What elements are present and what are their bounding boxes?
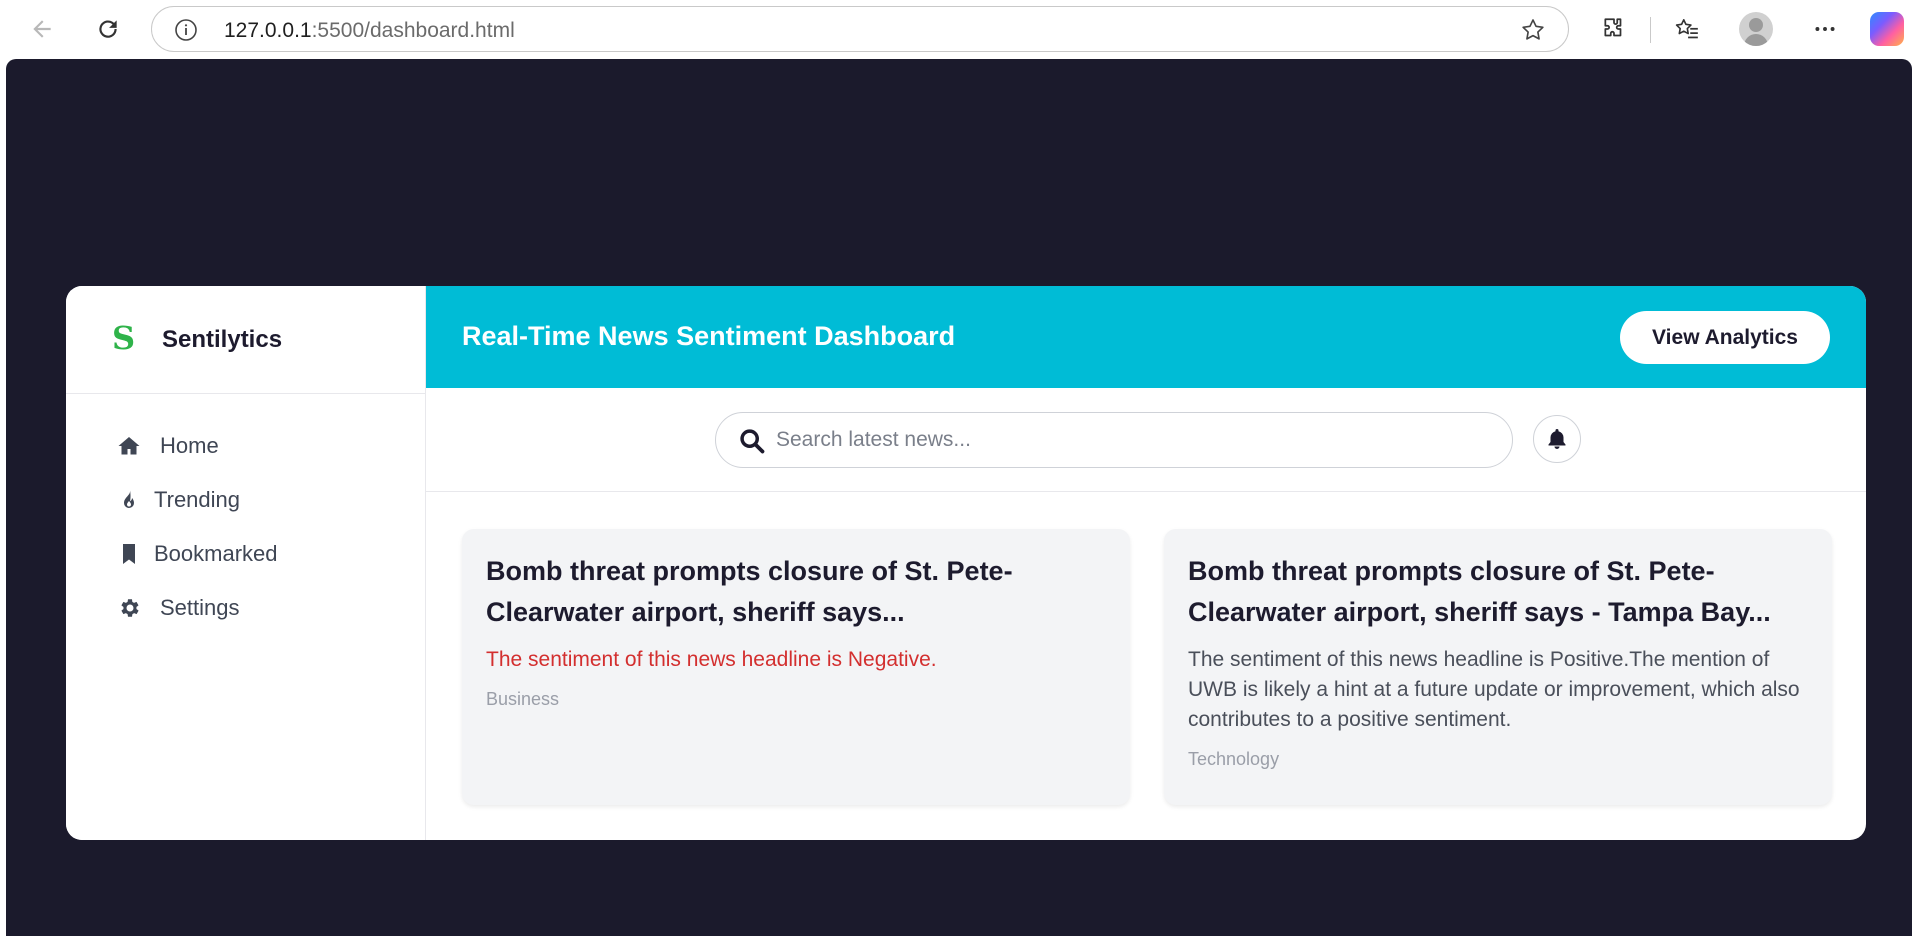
url-path: :5500/dashboard.html — [311, 19, 515, 42]
brand-name: Sentilytics — [162, 326, 283, 353]
sidebar-item-settings[interactable]: Settings — [116, 588, 396, 628]
view-analytics-button[interactable]: View Analytics — [1620, 311, 1830, 364]
news-card[interactable]: Bomb threat prompts closure of St. Pete-… — [1164, 529, 1832, 805]
bell-icon — [1548, 429, 1566, 449]
sidebar-item-home[interactable]: Home — [116, 426, 396, 466]
sidebar-item-label: Settings — [160, 595, 240, 620]
more-options-icon[interactable] — [1810, 14, 1840, 44]
news-category: Business — [486, 689, 560, 709]
profile-avatar[interactable] — [1739, 12, 1773, 46]
url-host: 127.0.0.1 — [224, 19, 312, 42]
brand-logo: S — [112, 319, 136, 357]
url-text[interactable]: 127.0.0.1:5500/dashboard.html — [224, 19, 515, 43]
notifications-button[interactable] — [1533, 415, 1581, 463]
back-icon[interactable] — [27, 14, 57, 44]
page-title: Real-Time News Sentiment Dashboard — [462, 321, 956, 351]
sidebar-item-bookmarked[interactable]: Bookmarked — [116, 534, 396, 574]
fire-icon — [116, 487, 142, 513]
news-card[interactable]: Bomb threat prompts closure of St. Pete-… — [462, 529, 1130, 805]
news-headline[interactable]: Bomb threat prompts closure of St. Pete-… — [1188, 551, 1808, 633]
news-headline[interactable]: Bomb threat prompts closure of St. Pete-… — [486, 551, 1106, 633]
sidebar-item-label: Home — [160, 433, 219, 458]
refresh-icon[interactable] — [93, 14, 123, 44]
search-toolbar — [426, 388, 1866, 492]
address-bar[interactable]: 127.0.0.1:5500/dashboard.html — [151, 6, 1569, 52]
news-category: Technology — [1188, 749, 1280, 769]
browser-toolbar: 127.0.0.1:5500/dashboard.html — [0, 0, 1918, 59]
sidebar: S Sentilytics Home Trending Bookmarked S… — [66, 286, 426, 840]
sentiment-text: The sentiment of this news headline is N… — [486, 648, 937, 671]
gear-icon — [116, 595, 142, 621]
favorite-star-icon[interactable] — [1520, 17, 1546, 43]
copilot-icon[interactable] — [1870, 12, 1904, 46]
home-icon — [116, 433, 142, 459]
sidebar-item-label: Bookmarked — [154, 541, 278, 566]
extensions-icon[interactable] — [1599, 14, 1629, 44]
dashboard-header: Real-Time News Sentiment Dashboard View … — [426, 286, 1866, 388]
dashboard-app: S Sentilytics Home Trending Bookmarked S… — [66, 286, 1866, 840]
favorites-icon[interactable] — [1672, 14, 1702, 44]
bookmark-icon — [116, 541, 142, 567]
brand: S Sentilytics — [66, 286, 426, 394]
sidebar-item-label: Trending — [154, 487, 241, 512]
page-viewport: S Sentilytics Home Trending Bookmarked S… — [6, 59, 1912, 936]
search-box[interactable] — [715, 412, 1513, 468]
info-icon[interactable] — [174, 18, 198, 42]
toolbar-divider — [1650, 17, 1651, 43]
search-icon — [740, 429, 765, 454]
sidebar-item-trending[interactable]: Trending — [116, 480, 396, 520]
search-input[interactable] — [776, 423, 1476, 457]
sentiment-text: The sentiment of this news headline is P… — [1188, 648, 1800, 731]
